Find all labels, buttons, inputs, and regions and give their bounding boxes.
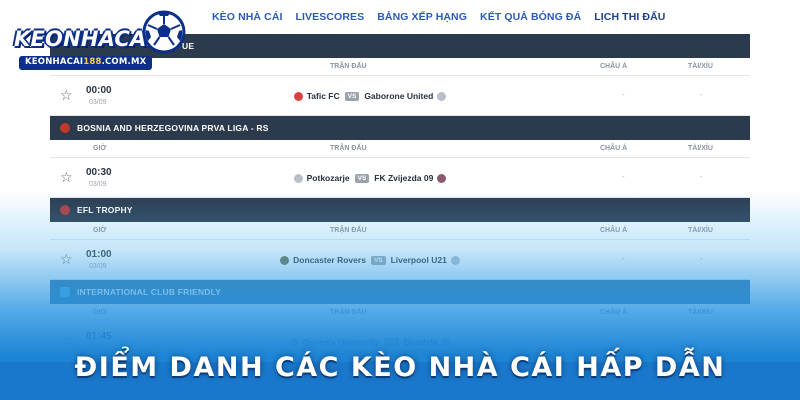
- column-header-over-under: TÀI/XỈU: [688, 145, 713, 152]
- vs-badge: VS: [344, 91, 360, 101]
- banner-caption: ĐIỂM DANH CÁC KÈO NHÀ CÁI HẤP DẪN: [74, 352, 726, 383]
- nav-item-lich-thi-dau[interactable]: LỊCH THI ĐẤU: [594, 11, 665, 23]
- away-team-name: Gaborone United: [364, 91, 434, 101]
- column-header-match: TRẬN ĐẤU: [330, 63, 367, 70]
- match-date: 03/09: [89, 345, 107, 352]
- vs-badge: VS: [370, 255, 386, 265]
- site-logo[interactable]: KEONHACAI KEONHACAI188.COM.MX: [8, 10, 186, 72]
- column-header-match: TRẬN ĐẤU: [330, 227, 367, 234]
- favorite-star-icon[interactable]: ☆: [60, 170, 73, 184]
- away-team-crest-icon: [450, 255, 460, 265]
- logo-domain-accent: 188: [83, 57, 102, 67]
- column-header-over-under: TÀI/XỈU: [688, 63, 713, 70]
- nav-item-keo-nha-cai[interactable]: KÈO NHÀ CÁI: [212, 11, 283, 23]
- column-header-time: GIỜ: [93, 309, 107, 316]
- match-teams: Potkozarje VS FK Zvijezda 09: [280, 171, 460, 185]
- over-under-odds: -: [700, 172, 703, 181]
- match-teams: Queen's University VS Dundela: [280, 335, 460, 349]
- home-team-name: Potkozarje: [306, 173, 350, 183]
- league-header[interactable]: BOSNIA AND HERZEGOVINA PRVA LIGA - RS: [50, 116, 750, 140]
- match-row[interactable]: ☆ 01:00 03/09 Doncaster Rovers VS Liverp…: [50, 240, 750, 280]
- logo-wordmark: KEONHACAI: [14, 27, 155, 51]
- away-team-crest-icon: [437, 91, 447, 101]
- home-team-crest-icon: [293, 173, 303, 183]
- asia-odds: -: [622, 172, 625, 181]
- column-header-match: TRẬN ĐẤU: [330, 309, 367, 316]
- table-header: GIỜ TRẬN ĐẤU CHÂU Á TÀI/XỈU: [50, 222, 750, 240]
- home-team-name: Doncaster Rovers: [293, 255, 366, 265]
- match-time: 01:00: [86, 249, 112, 260]
- league-name: INTERNATIONAL CLUB FRIENDLY: [77, 287, 222, 297]
- vs-badge: VS: [354, 173, 370, 183]
- match-date: 03/09: [89, 99, 107, 106]
- column-header-asia: CHÂU Á: [600, 145, 628, 152]
- away-team-name: Dundela: [403, 337, 438, 347]
- fixture-list: UE TRẬN ĐẤU CHÂU Á TÀI/XỈU ☆ 00:00 03/09…: [50, 34, 750, 400]
- vs-badge: VS: [384, 337, 399, 347]
- match-time: 00:00: [86, 85, 112, 96]
- favorite-star-icon[interactable]: ☆: [60, 334, 73, 348]
- column-header-time: GIỜ: [93, 227, 107, 234]
- league-flag-icon: [60, 123, 70, 133]
- column-header-over-under: TÀI/XỈU: [688, 309, 713, 316]
- match-teams: Tafic FC VS Gaborone United: [280, 89, 460, 103]
- logo-domain-suffix: .COM.MX: [101, 57, 147, 67]
- nav-item-ket-qua-bong-da[interactable]: KẾT QUẢ BÓNG ĐÁ: [480, 11, 581, 23]
- match-time: 00:30: [86, 167, 112, 178]
- logo-domain: KEONHACAI188.COM.MX: [19, 56, 153, 70]
- column-header-time: GIỜ: [93, 145, 107, 152]
- league-flag-icon: [60, 287, 70, 297]
- column-header-over-under: TÀI/XỈU: [688, 227, 713, 234]
- asia-odds: -: [622, 90, 625, 99]
- home-team-crest-icon: [289, 337, 299, 347]
- home-team-name: Queen's University: [302, 337, 380, 347]
- favorite-star-icon[interactable]: ☆: [60, 88, 73, 102]
- home-team-crest-icon: [280, 255, 290, 265]
- away-team-name: Liverpool U21: [390, 255, 447, 265]
- table-header: GIỜ TRẬN ĐẤU CHÂU Á TÀI/XỈU: [50, 304, 750, 322]
- match-row[interactable]: ☆ 00:30 03/09 Potkozarje VS FK Zvijezda …: [50, 158, 750, 198]
- match-time: 01:45: [86, 331, 112, 342]
- logo-domain-prefix: KEONHACAI: [25, 57, 84, 67]
- nav-item-bang-xep-hang[interactable]: BẢNG XẾP HẠNG: [377, 11, 467, 23]
- soccer-ball-icon: [142, 10, 186, 54]
- league-name: BOSNIA AND HERZEGOVINA PRVA LIGA - RS: [77, 123, 269, 133]
- screenshot-stage: KÈO NHÀ CÁI LIVESCORES BẢNG XẾP HẠNG KẾT…: [0, 0, 800, 400]
- home-team-crest-icon: [293, 91, 303, 101]
- away-team-name: FK Zvijezda 09: [374, 173, 434, 183]
- away-team-crest-icon: [437, 173, 447, 183]
- asia-odds: -: [622, 254, 625, 263]
- column-header-asia: CHÂU Á: [600, 309, 628, 316]
- asia-odds: -: [622, 336, 625, 345]
- match-row[interactable]: ☆ 00:00 03/09 Tafic FC VS Gaborone Unite…: [50, 76, 750, 116]
- match-date: 03/09: [89, 263, 107, 270]
- league-header[interactable]: EFL TROPHY: [50, 198, 750, 222]
- table-header: GIỜ TRẬN ĐẤU CHÂU Á TÀI/XỈU: [50, 140, 750, 158]
- favorite-star-icon[interactable]: ☆: [60, 252, 73, 266]
- over-under-odds: -: [700, 254, 703, 263]
- away-team-crest-icon: [441, 337, 451, 347]
- over-under-odds: -: [700, 90, 703, 99]
- column-header-match: TRẬN ĐẤU: [330, 145, 367, 152]
- league-header[interactable]: INTERNATIONAL CLUB FRIENDLY: [50, 280, 750, 304]
- column-header-asia: CHÂU Á: [600, 63, 628, 70]
- league-flag-icon: [60, 205, 70, 215]
- over-under-odds: -: [700, 336, 703, 345]
- nav-item-livescores[interactable]: LIVESCORES: [296, 11, 365, 23]
- match-date: 03/09: [89, 181, 107, 188]
- match-teams: Doncaster Rovers VS Liverpool U21: [280, 253, 460, 267]
- column-header-asia: CHÂU Á: [600, 227, 628, 234]
- league-name: EFL TROPHY: [77, 205, 133, 215]
- home-team-name: Tafic FC: [306, 91, 340, 101]
